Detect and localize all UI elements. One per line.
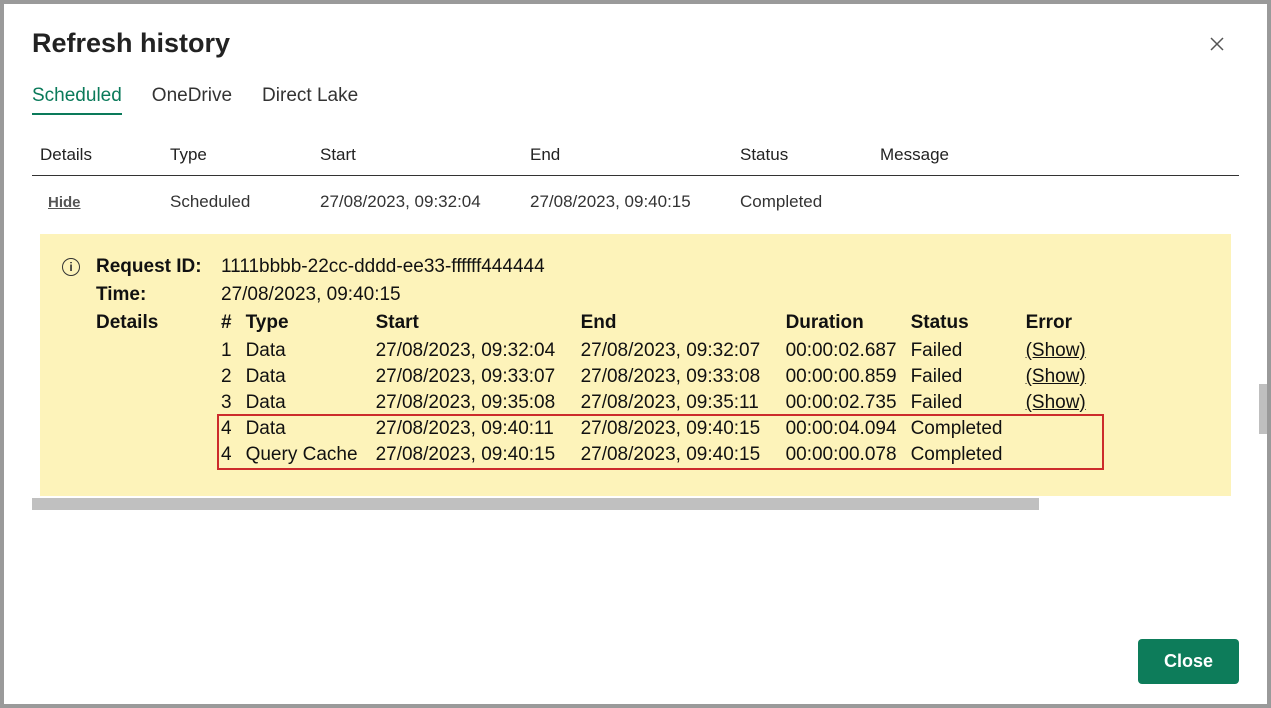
details-panel: i Request ID: 1111bbbb-22cc-dddd-ee33-ff…	[40, 234, 1231, 496]
info-icon: i	[62, 258, 80, 276]
time-value: 27/08/2023, 09:40:15	[221, 284, 1207, 306]
time-label: Time:	[96, 284, 221, 306]
cell-type: Data	[246, 390, 376, 416]
dh-end: End	[581, 312, 786, 338]
dh-start: Start	[376, 312, 581, 338]
cell-error[interactable]: (Show)	[1026, 390, 1100, 416]
cell-num: 2	[221, 364, 246, 390]
cell-type: Data	[246, 338, 376, 364]
table-row: Hide Scheduled 27/08/2023, 09:32:04 27/0…	[32, 176, 1239, 229]
cell-start: 27/08/2023, 09:40:11	[376, 416, 581, 442]
detail-table: # Type Start End Duration Status Error 1…	[221, 312, 1100, 468]
cell-start: 27/08/2023, 09:40:15	[376, 442, 581, 468]
dh-duration: Duration	[786, 312, 911, 338]
cell-status: Failed	[911, 364, 1026, 390]
meta-grid: Request ID: 1111bbbb-22cc-dddd-ee33-ffff…	[96, 256, 1207, 468]
cell-num: 4	[221, 442, 246, 468]
cell-type: Data	[246, 364, 376, 390]
row-type: Scheduled	[162, 176, 312, 229]
col-status: Status	[732, 137, 872, 176]
cell-status: Completed	[911, 416, 1026, 442]
cell-error	[1026, 416, 1100, 442]
cell-start: 27/08/2023, 09:32:04	[376, 338, 581, 364]
cell-type: Query Cache	[246, 442, 376, 468]
horizontal-scrollbar[interactable]	[32, 498, 1039, 510]
row-start: 27/08/2023, 09:32:04	[312, 176, 522, 229]
history-table: Details Type Start End Status Message Hi…	[32, 137, 1239, 228]
cell-error[interactable]: (Show)	[1026, 364, 1100, 390]
vertical-scrollbar[interactable]	[1259, 384, 1267, 434]
detail-header-row: # Type Start End Duration Status Error	[221, 312, 1100, 338]
detail-row: 1Data27/08/2023, 09:32:0427/08/2023, 09:…	[221, 338, 1100, 364]
show-error-link[interactable]: (Show)	[1026, 392, 1086, 413]
dialog-title: Refresh history	[32, 28, 230, 59]
dh-type: Type	[246, 312, 376, 338]
refresh-history-dialog: Refresh history Scheduled OneDrive Direc…	[4, 4, 1267, 704]
cell-start: 27/08/2023, 09:35:08	[376, 390, 581, 416]
cell-num: 1	[221, 338, 246, 364]
tab-scheduled[interactable]: Scheduled	[32, 81, 122, 115]
tab-onedrive[interactable]: OneDrive	[152, 81, 232, 115]
col-type: Type	[162, 137, 312, 176]
cell-status: Failed	[911, 338, 1026, 364]
cell-end: 27/08/2023, 09:33:08	[581, 364, 786, 390]
dialog-footer: Close	[32, 621, 1239, 684]
detail-row: 4Data27/08/2023, 09:40:1127/08/2023, 09:…	[221, 416, 1100, 442]
row-status: Completed	[732, 176, 872, 229]
cell-num: 4	[221, 416, 246, 442]
cell-end: 27/08/2023, 09:40:15	[581, 416, 786, 442]
detail-row: 2Data27/08/2023, 09:33:0727/08/2023, 09:…	[221, 364, 1100, 390]
close-button[interactable]: Close	[1138, 639, 1239, 684]
cell-end: 27/08/2023, 09:40:15	[581, 442, 786, 468]
col-start: Start	[312, 137, 522, 176]
cell-end: 27/08/2023, 09:35:11	[581, 390, 786, 416]
details-wrap: # Type Start End Duration Status Error 1…	[221, 312, 1207, 468]
cell-duration: 00:00:00.859	[786, 364, 911, 390]
cell-start: 27/08/2023, 09:33:07	[376, 364, 581, 390]
row-end: 27/08/2023, 09:40:15	[522, 176, 732, 229]
hide-link[interactable]: Hide	[40, 194, 81, 211]
table-header-row: Details Type Start End Status Message	[32, 137, 1239, 176]
row-message	[872, 176, 1239, 229]
col-details: Details	[32, 137, 162, 176]
col-message: Message	[872, 137, 1239, 176]
tabs: Scheduled OneDrive Direct Lake	[32, 81, 1239, 115]
col-end: End	[522, 137, 732, 176]
cell-error	[1026, 442, 1100, 468]
cell-duration: 00:00:02.687	[786, 338, 911, 364]
detail-row: 4Query Cache27/08/2023, 09:40:1527/08/20…	[221, 442, 1100, 468]
dh-num: #	[221, 312, 246, 338]
cell-status: Failed	[911, 390, 1026, 416]
show-error-link[interactable]: (Show)	[1026, 366, 1086, 387]
cell-duration: 00:00:02.735	[786, 390, 911, 416]
title-row: Refresh history	[32, 28, 1239, 59]
cell-end: 27/08/2023, 09:32:07	[581, 338, 786, 364]
request-id-label: Request ID:	[96, 256, 221, 278]
dh-error: Error	[1026, 312, 1100, 338]
cell-status: Completed	[911, 442, 1026, 468]
tab-direct-lake[interactable]: Direct Lake	[262, 81, 358, 115]
cell-duration: 00:00:00.078	[786, 442, 911, 468]
request-id-value: 1111bbbb-22cc-dddd-ee33-ffffff444444	[221, 256, 1207, 278]
cell-duration: 00:00:04.094	[786, 416, 911, 442]
cell-type: Data	[246, 416, 376, 442]
cell-error[interactable]: (Show)	[1026, 338, 1100, 364]
cell-num: 3	[221, 390, 246, 416]
details-label: Details	[96, 312, 221, 468]
content-area: Details Type Start End Status Message Hi…	[32, 137, 1239, 510]
detail-row: 3Data27/08/2023, 09:35:0827/08/2023, 09:…	[221, 390, 1100, 416]
show-error-link[interactable]: (Show)	[1026, 340, 1086, 361]
close-icon[interactable]	[1205, 32, 1229, 56]
dh-status: Status	[911, 312, 1026, 338]
